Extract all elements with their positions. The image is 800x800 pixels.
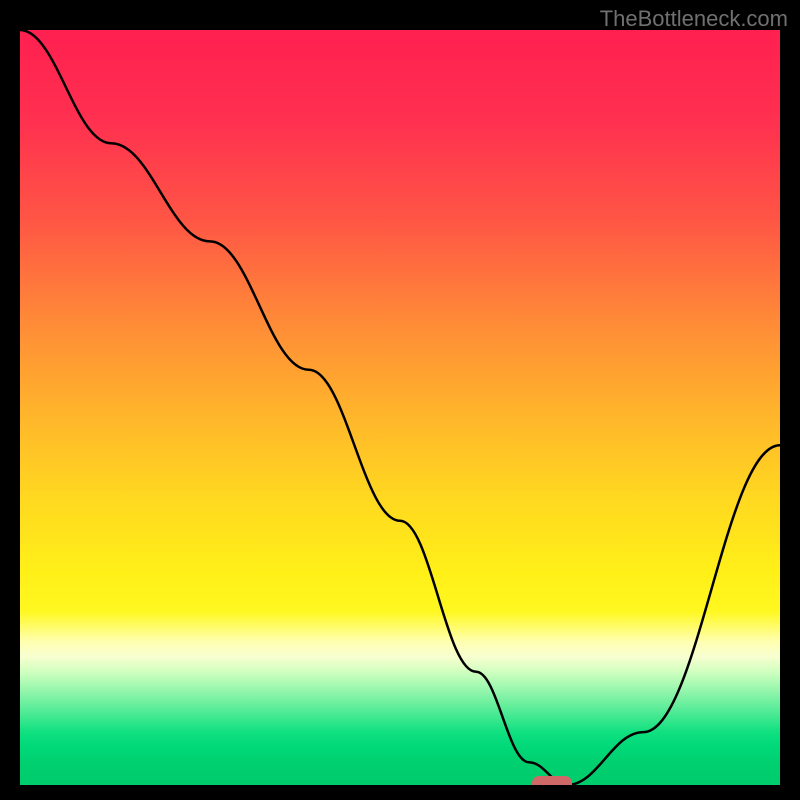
watermark-text: TheBottleneck.com xyxy=(600,6,788,32)
optimal-marker xyxy=(20,30,780,785)
